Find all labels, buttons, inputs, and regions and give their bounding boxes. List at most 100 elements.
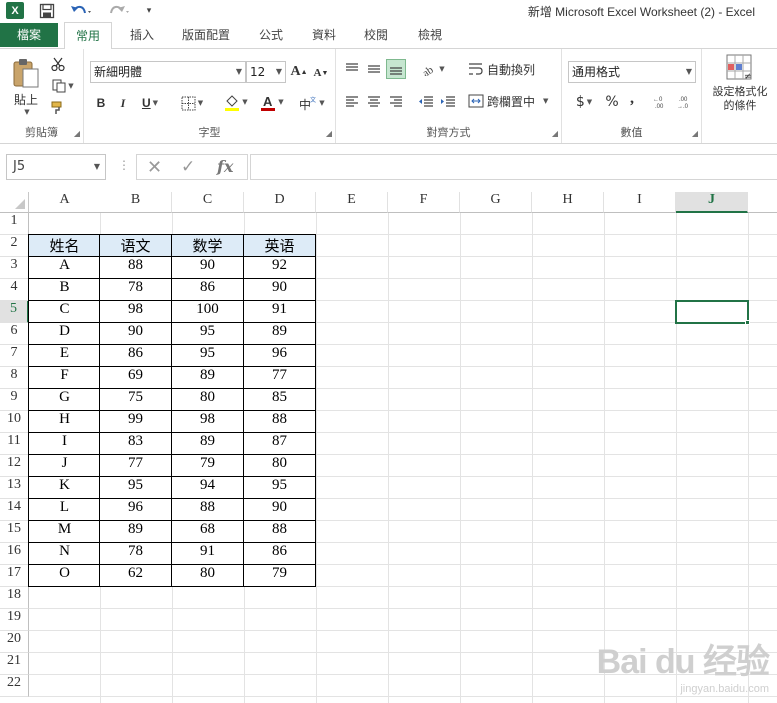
column-header-c[interactable]: C — [172, 192, 244, 213]
select-all-button[interactable] — [0, 192, 29, 213]
table-cell[interactable]: H — [28, 410, 101, 433]
table-cell[interactable]: 68 — [171, 520, 244, 543]
column-header-g[interactable]: G — [460, 192, 532, 213]
table-cell[interactable]: 88 — [243, 410, 316, 433]
table-cell[interactable]: 79 — [171, 454, 244, 477]
redo-button[interactable] — [106, 2, 132, 20]
table-cell[interactable]: 86 — [99, 344, 172, 367]
worksheet-grid[interactable]: ABCDEFGHIJ 1 2 3 4 5 6 7 8 9 10 11 12 13 14 15 16 17 18 19… — [0, 192, 777, 703]
bold-button[interactable]: B — [92, 93, 110, 113]
row-header-3[interactable]: 3 — [0, 257, 29, 279]
align-middle-button[interactable] — [364, 59, 384, 79]
table-cell[interactable]: 96 — [99, 498, 172, 521]
conditional-formatting-button[interactable]: ≠ 設定格式化的條件 — [706, 53, 774, 119]
row-header-7[interactable]: 7 — [0, 345, 29, 367]
insert-function-icon[interactable]: fx — [217, 157, 233, 176]
row-header-16[interactable]: 16 — [0, 543, 29, 565]
align-right-button[interactable] — [386, 91, 406, 111]
tab-insert[interactable]: 插入 — [122, 22, 162, 48]
column-header-i[interactable]: I — [604, 192, 676, 213]
table-cell[interactable]: 95 — [171, 322, 244, 345]
tab-review[interactable]: 校閱 — [356, 22, 396, 48]
column-header-f[interactable]: F — [388, 192, 460, 213]
row-header-6[interactable]: 6 — [0, 323, 29, 345]
column-header-h[interactable]: H — [532, 192, 604, 213]
row-header-2[interactable]: 2 — [0, 235, 29, 257]
wrap-text-button[interactable]: 自動換列 — [468, 59, 542, 79]
table-cell[interactable]: 77 — [99, 454, 172, 477]
active-cell[interactable] — [675, 300, 749, 324]
formula-bar-grip-icon[interactable]: ⋮ — [118, 158, 130, 172]
column-header-e[interactable]: E — [316, 192, 388, 213]
table-cell[interactable]: 90 — [171, 256, 244, 279]
table-cell[interactable]: E — [28, 344, 101, 367]
copy-button[interactable]: ▼ — [48, 77, 78, 95]
paste-button[interactable]: 貼上 ▼ — [8, 55, 44, 117]
number-format-combobox[interactable]: 通用格式 ▼ — [568, 61, 696, 83]
row-header-12[interactable]: 12 — [0, 455, 29, 477]
comma-style-button[interactable]: , — [624, 89, 640, 109]
row-header-21[interactable]: 21 — [0, 653, 29, 675]
align-center-button[interactable] — [364, 91, 384, 111]
font-name-combobox[interactable]: 新細明體 ▼ — [90, 61, 246, 83]
column-header-d[interactable]: D — [244, 192, 316, 213]
table-cell[interactable]: 69 — [99, 366, 172, 389]
tab-view[interactable]: 檢視 — [410, 22, 450, 48]
row-header-4[interactable]: 4 — [0, 279, 29, 301]
grow-font-button[interactable]: A ▲ — [290, 62, 308, 82]
decrease-decimal-button[interactable]: .00 →.0 — [676, 92, 696, 112]
table-cell[interactable]: B — [28, 278, 101, 301]
table-cell[interactable]: 80 — [171, 388, 244, 411]
table-cell[interactable]: 87 — [243, 432, 316, 455]
table-header-cell[interactable]: 语文 — [99, 234, 172, 257]
enter-icon[interactable]: ✓ — [181, 157, 195, 177]
table-cell[interactable]: I — [28, 432, 101, 455]
table-cell[interactable]: 77 — [243, 366, 316, 389]
cancel-icon[interactable]: ✕ — [147, 157, 162, 178]
currency-button[interactable]: $ ▼ — [570, 92, 598, 112]
table-cell[interactable]: 94 — [171, 476, 244, 499]
table-header-cell[interactable]: 英语 — [243, 234, 316, 257]
row-header-20[interactable]: 20 — [0, 631, 29, 653]
table-cell[interactable]: 100 — [171, 300, 244, 323]
tab-data[interactable]: 資料 — [304, 22, 344, 48]
table-cell[interactable]: C — [28, 300, 101, 323]
table-cell[interactable]: 90 — [243, 278, 316, 301]
percent-button[interactable]: % — [602, 92, 622, 112]
table-cell[interactable]: 75 — [99, 388, 172, 411]
row-header-15[interactable]: 15 — [0, 521, 29, 543]
row-header-11[interactable]: 11 — [0, 433, 29, 455]
table-cell[interactable]: 89 — [171, 432, 244, 455]
table-cell[interactable]: 78 — [99, 542, 172, 565]
align-bottom-button[interactable] — [386, 59, 406, 79]
table-cell[interactable]: 95 — [99, 476, 172, 499]
table-cell[interactable]: 86 — [171, 278, 244, 301]
italic-button[interactable]: I — [114, 93, 132, 113]
table-cell[interactable]: 62 — [99, 564, 172, 587]
format-painter-button[interactable] — [48, 99, 68, 117]
name-box[interactable]: J5 ▼ — [6, 154, 106, 180]
table-cell[interactable]: 91 — [171, 542, 244, 565]
row-header-1[interactable]: 1 — [0, 213, 29, 235]
table-cell[interactable]: 95 — [243, 476, 316, 499]
table-cell[interactable]: 80 — [171, 564, 244, 587]
fill-handle[interactable] — [745, 320, 750, 325]
table-cell[interactable]: 86 — [243, 542, 316, 565]
table-cell[interactable]: A — [28, 256, 101, 279]
table-cell[interactable]: 80 — [243, 454, 316, 477]
table-cell[interactable]: 91 — [243, 300, 316, 323]
table-cell[interactable]: 99 — [99, 410, 172, 433]
dialog-launcher-icon[interactable]: ◢ — [326, 129, 332, 138]
dialog-launcher-icon[interactable]: ◢ — [552, 129, 558, 138]
table-cell[interactable]: 89 — [243, 322, 316, 345]
table-cell[interactable]: 95 — [171, 344, 244, 367]
row-header-8[interactable]: 8 — [0, 367, 29, 389]
table-cell[interactable]: D — [28, 322, 101, 345]
column-header-partial[interactable] — [748, 192, 777, 213]
row-header-9[interactable]: 9 — [0, 389, 29, 411]
fill-color-button[interactable]: ▼ — [220, 91, 252, 113]
formula-input[interactable] — [250, 154, 777, 180]
table-cell[interactable]: 88 — [243, 520, 316, 543]
table-cell[interactable]: M — [28, 520, 101, 543]
borders-button[interactable]: ▼ — [176, 93, 208, 113]
